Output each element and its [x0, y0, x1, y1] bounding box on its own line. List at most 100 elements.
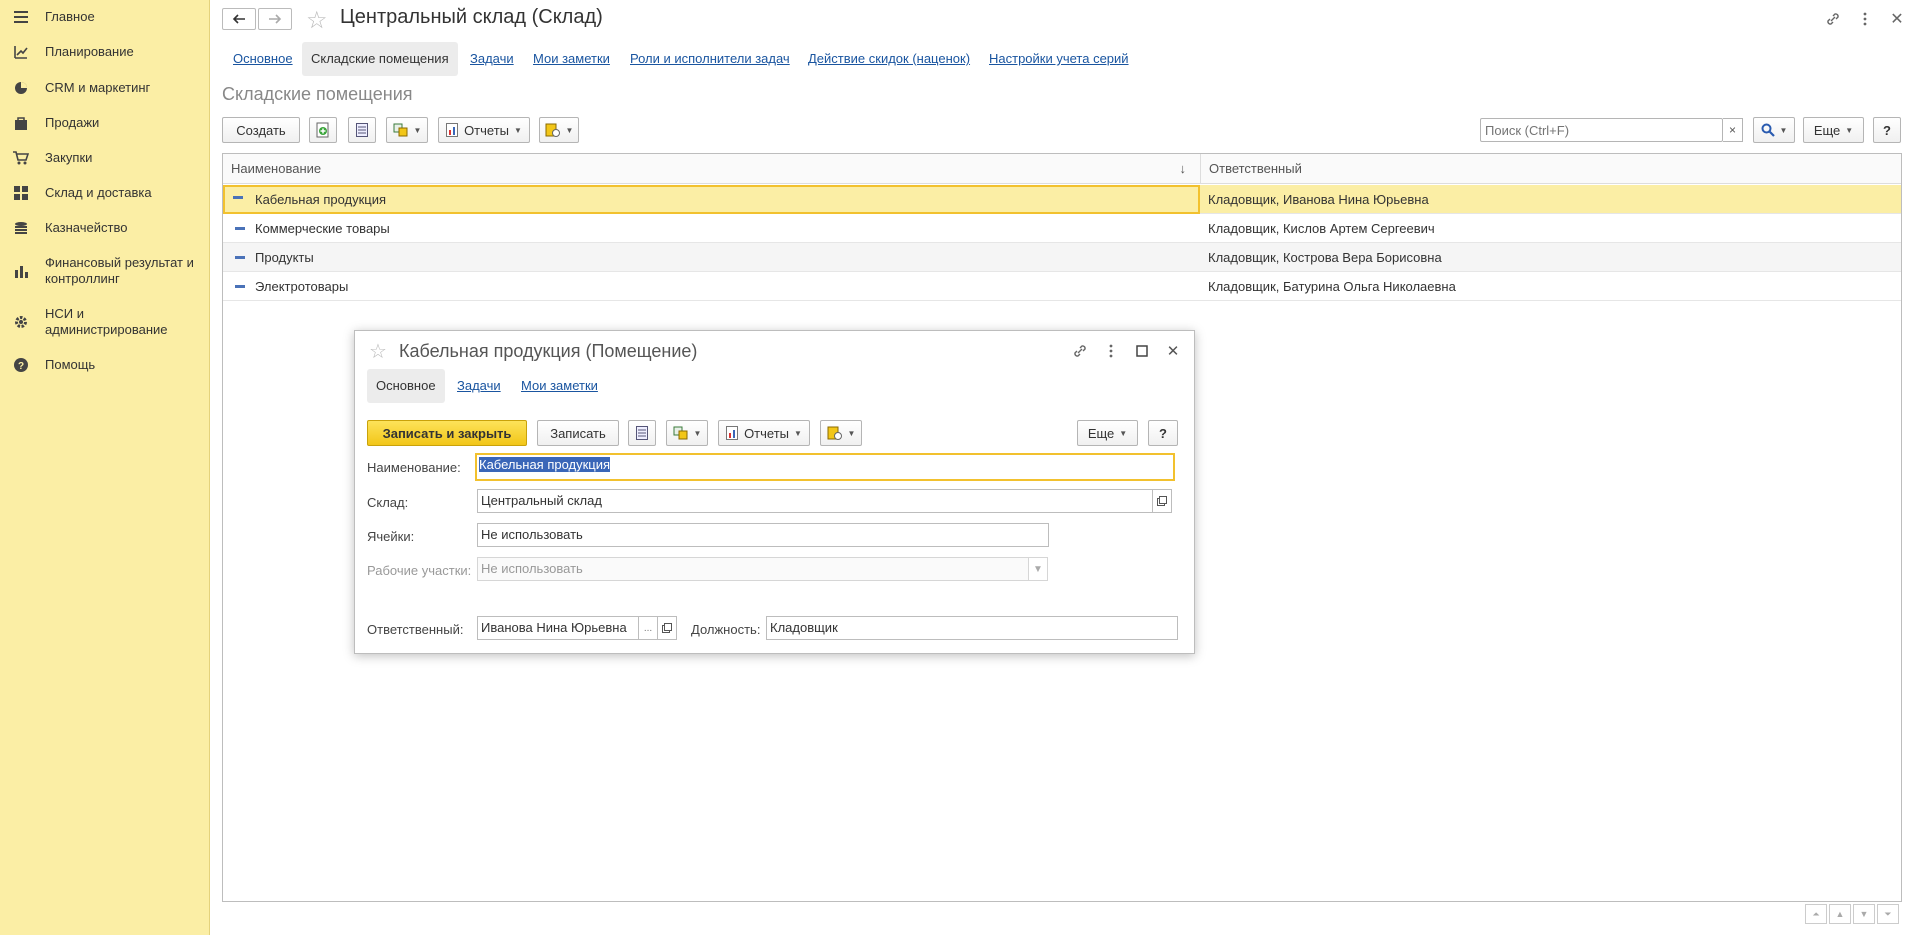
tab-roles-executors[interactable]: Роли и исполнители задач: [621, 42, 799, 76]
sidebar-item-label: Главное: [45, 9, 95, 24]
sidebar-item-main[interactable]: Главное: [0, 9, 210, 27]
search-input[interactable]: [1480, 118, 1723, 142]
table-row[interactable]: Коммерческие товары Кладовщик, Кислов Ар…: [223, 214, 1901, 243]
more-label: Еще: [1813, 122, 1841, 138]
section-title: Складские помещения: [222, 84, 413, 104]
maximize-icon[interactable]: [1133, 342, 1151, 360]
sidebar-item-sales[interactable]: Продажи: [0, 115, 210, 133]
arrow-right-icon: [269, 14, 282, 24]
column-header-label: Ответственный: [1209, 161, 1302, 176]
create-copy-button[interactable]: [309, 117, 337, 143]
more-vertical-icon[interactable]: [1102, 342, 1120, 360]
cell-name: Кабельная продукция: [223, 185, 1200, 214]
column-header-label: Наименование: [231, 161, 322, 176]
more-label: Еще: [1087, 425, 1115, 441]
sidebar-item-crm[interactable]: CRM и маркетинг: [0, 80, 210, 98]
sidebar: Главное Планирование CRM и маркетинг Про…: [0, 0, 210, 935]
responsible-field[interactable]: Иванова Нина Юрьевна: [477, 616, 639, 640]
dialog-tab-main[interactable]: Основное: [367, 369, 445, 403]
reports-button[interactable]: Отчеты ▼: [438, 117, 530, 143]
favorite-star-icon[interactable]: ☆: [369, 339, 387, 364]
tab-main[interactable]: Основное: [224, 42, 302, 76]
more-button[interactable]: Еще ▼: [1803, 117, 1864, 143]
report-icon: [726, 426, 739, 440]
work-areas-field[interactable]: Не использовать: [477, 557, 1029, 581]
warehouse-field[interactable]: Центральный склад: [477, 489, 1153, 513]
save-and-close-button[interactable]: Записать и закрыть: [367, 420, 527, 446]
sidebar-item-warehouse[interactable]: Склад и доставка: [0, 185, 210, 203]
sidebar-item-label: Склад и доставка: [45, 185, 152, 200]
sidebar-item-label: Казначейство: [45, 220, 128, 235]
dialog-tab-tasks[interactable]: Задачи: [448, 369, 510, 403]
more-vertical-icon[interactable]: [1856, 10, 1874, 28]
save-button[interactable]: Записать: [537, 420, 619, 446]
sidebar-item-nsi[interactable]: НСИ и администрирование: [0, 306, 210, 340]
bag-icon: [13, 115, 29, 131]
name-field[interactable]: Кабельная продукция: [475, 453, 1175, 481]
column-header-responsible[interactable]: Ответственный: [1201, 154, 1901, 184]
back-button[interactable]: [222, 8, 256, 30]
scroll-down-button[interactable]: ▼: [1853, 904, 1875, 924]
print-button[interactable]: ▼: [539, 117, 579, 143]
dialog-title: Кабельная продукция (Помещение): [399, 341, 698, 361]
list-view-button[interactable]: [348, 117, 376, 143]
search-icon: [1761, 123, 1775, 137]
position-label: Должность:: [691, 622, 761, 637]
work-areas-label: Рабочие участки:: [367, 563, 472, 578]
open-icon: [662, 623, 672, 633]
tab-tasks[interactable]: Задачи: [461, 42, 523, 76]
reports-button[interactable]: Отчеты ▼: [718, 420, 810, 446]
search-clear-button[interactable]: ×: [1723, 118, 1743, 142]
open-responsible-button[interactable]: [657, 616, 677, 640]
scroll-up-button[interactable]: ▲: [1829, 904, 1851, 924]
list-view-button[interactable]: [628, 420, 656, 446]
dialog-tab-my-notes[interactable]: Мои заметки: [512, 369, 607, 403]
position-field[interactable]: Кладовщик: [766, 616, 1178, 640]
scroll-bottom-button[interactable]: ⏷: [1877, 904, 1899, 924]
help-button[interactable]: ?: [1873, 117, 1901, 143]
related-docs-button[interactable]: ▼: [666, 420, 708, 446]
tab-my-notes[interactable]: Мои заметки: [524, 42, 619, 76]
more-button[interactable]: Еще ▼: [1077, 420, 1138, 446]
related-docs-button[interactable]: ▼: [386, 117, 428, 143]
link-icon[interactable]: [1071, 342, 1089, 360]
sidebar-item-planning[interactable]: Планирование: [0, 44, 210, 62]
forward-button[interactable]: [258, 8, 292, 30]
create-button[interactable]: Создать: [222, 117, 300, 143]
responsible-label: Ответственный:: [367, 622, 464, 637]
sidebar-item-label: Закупки: [45, 150, 93, 165]
tab-storage-rooms[interactable]: Складские помещения: [302, 42, 458, 76]
scroll-top-button[interactable]: ⏶: [1805, 904, 1827, 924]
close-icon[interactable]: ✕: [1164, 342, 1182, 360]
table-row[interactable]: Электротовары Кладовщик, Батурина Ольга …: [223, 272, 1901, 301]
tab-series-settings[interactable]: Настройки учета серий: [980, 42, 1138, 76]
cell-name: Коммерческие товары: [255, 221, 390, 236]
cells-field[interactable]: Не использовать: [477, 523, 1049, 547]
work-areas-dropdown[interactable]: ▼: [1028, 557, 1048, 581]
page-title: Центральный склад (Склад): [340, 6, 603, 28]
link-icon[interactable]: [1824, 10, 1842, 28]
cell-name: Продукты: [255, 250, 314, 265]
print-button[interactable]: ▼: [820, 420, 862, 446]
favorite-star-icon[interactable]: ☆: [306, 6, 328, 35]
cell-responsible: Кладовщик, Иванова Нина Юрьевна: [1208, 192, 1429, 207]
table-row[interactable]: Продукты Кладовщик, Кострова Вера Борисо…: [223, 243, 1901, 272]
sidebar-item-label: CRM и маркетинг: [45, 80, 151, 95]
sidebar-item-treasury[interactable]: Казначейство: [0, 220, 210, 238]
column-header-name[interactable]: Наименование ↓: [223, 154, 1201, 184]
warehouse-label: Склад:: [367, 495, 409, 510]
sidebar-item-purchases[interactable]: Закупки: [0, 150, 210, 168]
help-button[interactable]: ?: [1148, 420, 1178, 446]
close-icon[interactable]: ✕: [1888, 10, 1906, 28]
sidebar-item-finance[interactable]: Финансовый результат и контроллинг: [0, 255, 210, 289]
table-row[interactable]: Кабельная продукция Кладовщик, Иванова Н…: [223, 185, 1901, 214]
cart-icon: [13, 150, 29, 166]
responsible-select-button[interactable]: ...: [638, 616, 658, 640]
search-options-button[interactable]: ▼: [1753, 117, 1795, 143]
sidebar-item-help[interactable]: ? Помощь: [0, 357, 210, 375]
open-icon: [1157, 496, 1167, 506]
open-warehouse-button[interactable]: [1152, 489, 1172, 513]
sidebar-item-label: НСИ и администрирование: [45, 306, 168, 337]
tab-discounts[interactable]: Действие скидок (наценок): [799, 42, 979, 76]
coins-icon: [13, 220, 29, 236]
